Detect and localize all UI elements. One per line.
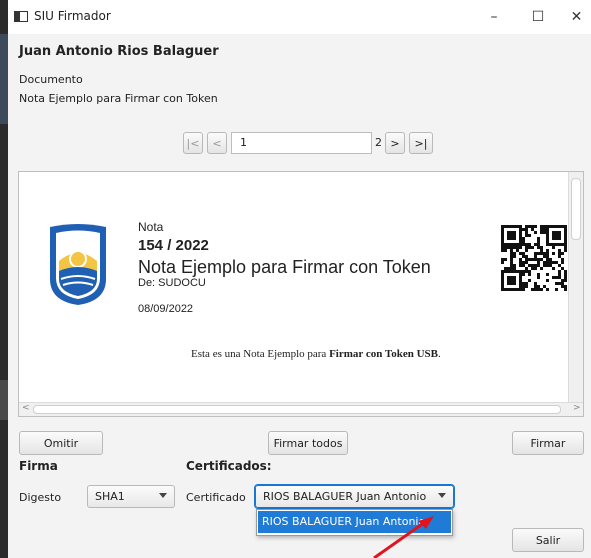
digesto-label: Digesto [19,491,62,504]
next-page-button[interactable]: > [385,132,405,154]
doc-from: De: SUDOCU [138,277,206,289]
certificate-select-value: RIOS BALAGUER Juan Antonio [263,490,427,503]
document-name: Nota Ejemplo para Firmar con Token [19,92,218,105]
close-button[interactable]: ✕ [562,4,591,30]
digest-select-value: SHA1 [95,490,125,503]
chevron-down-icon [438,493,446,498]
firmar-button[interactable]: Firmar [512,431,584,455]
firmar-todos-button[interactable]: Firmar todos [268,431,348,455]
qr-code-icon [501,225,567,291]
salir-button[interactable]: Salir [512,528,584,552]
chevron-down-icon [159,493,167,498]
last-page-button[interactable]: >| [409,132,433,154]
doc-date: 08/09/2022 [138,303,194,315]
firma-heading: Firma [19,459,58,473]
doc-type-label: Nota [138,220,164,234]
app-icon [14,11,28,22]
document-label: Documento [19,73,83,86]
digest-select[interactable]: SHA1 [87,485,175,508]
certificate-select[interactable]: RIOS BALAGUER Juan Antonio [255,485,454,508]
total-pages: 2 [375,136,382,149]
maximize-button[interactable]: ☐ [518,4,558,30]
horizontal-scrollbar[interactable]: < > [19,402,583,416]
omitir-button[interactable]: Omitir [19,431,103,455]
signer-name: Juan Antonio Rios Balaguer [19,44,219,59]
first-page-button[interactable]: |< [183,132,203,154]
window-title: SIU Firmador [34,9,111,23]
doc-body: Esta es una Nota Ejemplo para Firmar con… [191,348,441,360]
background-window-strip [0,0,8,558]
prev-page-button[interactable]: < [207,132,227,154]
annotation-arrow-icon [373,516,434,558]
university-shield-icon [50,224,106,305]
vertical-scrollbar[interactable] [568,172,583,402]
document-page: Nota 154 / 2022 Nota Ejemplo para Firmar… [20,173,568,404]
page-number-input[interactable]: 1 [231,132,372,154]
certificados-heading: Certificados: [186,459,272,473]
minimize-button[interactable]: – [474,4,514,30]
document-viewer[interactable]: Nota 154 / 2022 Nota Ejemplo para Firmar… [18,171,584,417]
doc-number: 154 / 2022 [138,237,209,254]
doc-title: Nota Ejemplo para Firmar con Token [138,257,431,277]
certificado-label: Certificado [186,491,246,504]
